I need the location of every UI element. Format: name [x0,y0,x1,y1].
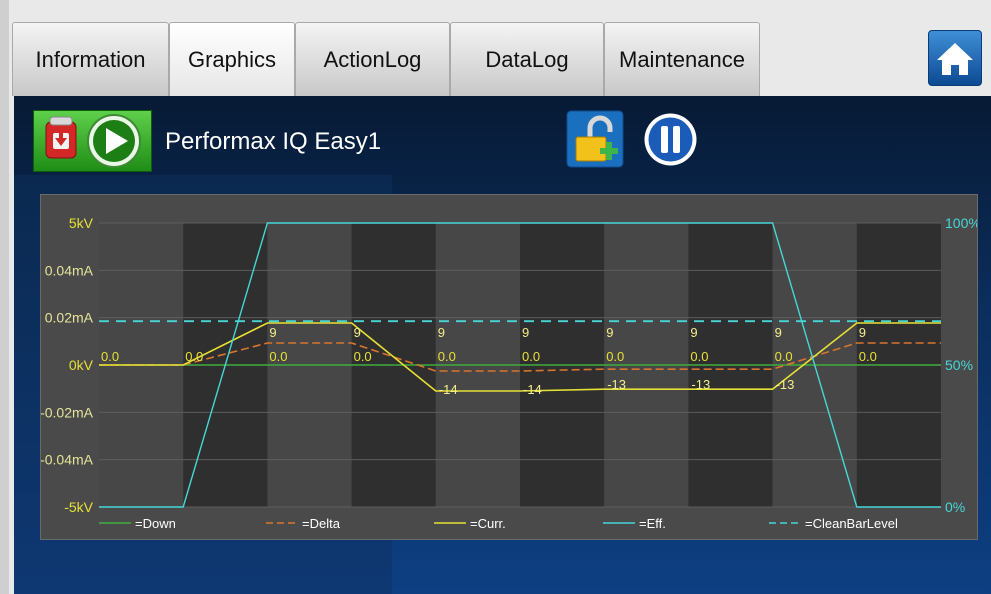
data-label-zero: 0.0 [354,349,372,364]
y-left-tick-label: 0.02mA [45,310,94,326]
legend-label: =Down [135,516,176,531]
data-label-zero: 0.0 [690,349,708,364]
pause-button[interactable] [643,112,698,167]
y-left-tick-label: -0.04mA [41,452,94,468]
data-label-low: -13 [607,377,626,392]
y-left-tick-label: -0.02mA [41,404,94,420]
trend-chart: 5kV 0.04mA 0.02mA 0kV -0.02mA -0.04mA -5kV 100%… [40,194,981,540]
y-left-tick-label: -5kV [64,499,93,515]
legend-label: =Curr. [470,516,506,531]
data-label-zero: 0.0 [859,349,877,364]
data-label-zero: 0.0 [185,349,203,364]
tab-actionlog-label: ActionLog [323,46,422,72]
tab-graphics[interactable]: Graphics [169,22,295,96]
legend-label: =Eff. [639,516,666,531]
trend-chart-svg: 5kV 0.04mA 0.02mA 0kV -0.02mA -0.04mA -5kV 100%… [40,215,981,531]
unlock-add-icon [566,110,624,168]
y-left-tick-label: 5kV [69,215,94,231]
y-left-tick-label: 0kV [69,357,94,373]
legend-label: =Delta [302,516,341,531]
data-label-zero: 0.0 [606,349,624,364]
data-label-top: 9 [438,325,445,340]
pause-icon [644,113,697,166]
tab-maintenance-label: Maintenance [619,46,745,72]
data-label-zero: 0.0 [438,349,456,364]
data-label-low: -14 [523,382,542,397]
tab-graphics-label: Graphics [187,46,277,72]
data-label-top: 9 [269,325,276,340]
data-label-top: 9 [690,325,697,340]
tab-bar: Information Graphics ActionLog DataLog M… [12,22,991,96]
window-left-edge [0,0,9,594]
home-icon [937,43,973,75]
tab-datalog-label: DataLog [485,46,569,72]
data-label-top: 9 [775,325,782,340]
data-label-zero: 0.0 [101,349,119,364]
data-label-zero: 0.0 [775,349,793,364]
play-icon[interactable] [87,114,141,168]
y-right-tick-label: 100% [945,215,977,231]
data-label-top: 9 [859,325,866,340]
y-right-tick-label: 50% [945,357,973,373]
data-label-top: 9 [354,325,361,340]
home-button[interactable] [928,30,982,86]
data-label-low: -14 [439,382,458,397]
tab-maintenance[interactable]: Maintenance [604,22,760,96]
data-label-zero: 0.0 [269,349,287,364]
y-left-tick-label: 0.04mA [45,262,94,278]
tab-information-label: Information [35,46,146,72]
data-label-top: 9 [522,325,529,340]
device-title: Performax IQ Easy1 [165,128,382,155]
unlock-button[interactable] [566,110,624,168]
play-control-box [33,110,152,172]
data-label-low: -13 [776,377,795,392]
tab-actionlog[interactable]: ActionLog [295,22,450,96]
tab-datalog[interactable]: DataLog [450,22,604,96]
data-label-top: 9 [606,325,613,340]
data-label-low: -13 [691,377,710,392]
tab-information[interactable]: Information [12,22,169,96]
data-label-zero: 0.0 [522,349,540,364]
battery-download-icon[interactable] [45,116,77,159]
y-right-tick-label: 0% [945,499,965,515]
legend-label: =CleanBarLevel [805,516,898,531]
